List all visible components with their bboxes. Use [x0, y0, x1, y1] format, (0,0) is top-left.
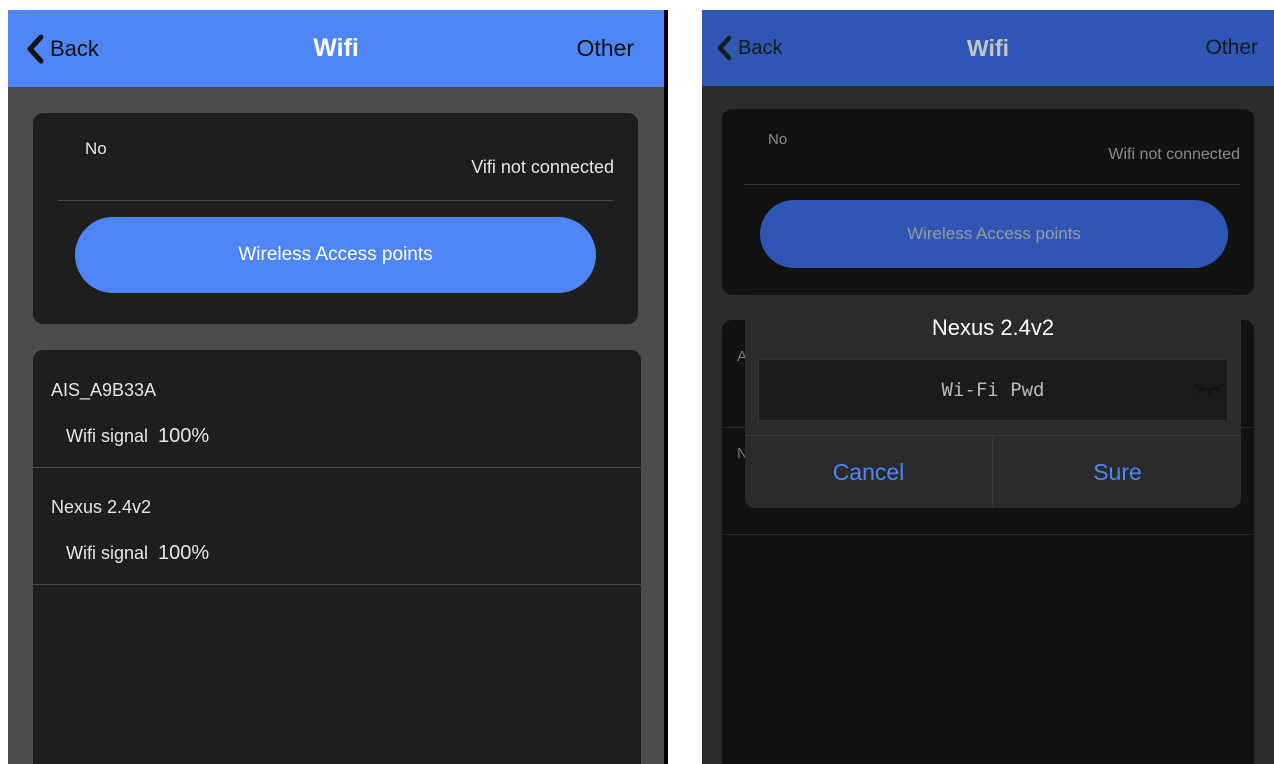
back-label: Back	[738, 36, 783, 59]
page-title: Wifi	[313, 34, 359, 62]
password-input[interactable]	[758, 359, 1228, 421]
divider	[744, 184, 1240, 185]
divider	[992, 436, 993, 508]
network-signal: Wifi signal 100%	[66, 542, 209, 565]
network-row[interactable]: AIS_A9B33A Wifi signal 100%	[33, 350, 641, 468]
back-button[interactable]: Back	[716, 10, 782, 86]
navbar: Back Wifi Other	[8, 10, 664, 87]
wifi-screen-with-dialog: Back Wifi Other No Wifi not connected Wi…	[702, 10, 1274, 764]
network-signal: Wifi signal 100%	[66, 425, 209, 448]
signal-label: Wifi signal	[66, 426, 149, 446]
dialog-title: Nexus 2.4v2	[931, 315, 1055, 340]
navbar: Back Wifi Other	[702, 10, 1274, 86]
back-button[interactable]: Back	[26, 10, 99, 87]
status-name: No	[768, 131, 788, 148]
divider	[58, 200, 613, 201]
back-label: Back	[50, 35, 99, 61]
status-name: No	[85, 139, 107, 158]
network-list: AIS_A9B33A Wifi signal 100% Nexus 2.4v2 W…	[33, 350, 641, 764]
status-card: No Wifi not connected Wireless Access po…	[722, 109, 1254, 295]
signal-label: Wifi signal	[66, 543, 149, 563]
other-button[interactable]: Other	[1205, 10, 1258, 86]
network-row[interactable]: Nexus 2.4v2 Wifi signal 100%	[33, 467, 641, 585]
signal-value: 100%	[158, 542, 210, 564]
wireless-access-points-button[interactable]: Wireless Access points	[760, 200, 1228, 268]
network-name: AIS_A9B33A	[51, 380, 157, 400]
cancel-button[interactable]: Cancel	[745, 436, 992, 508]
network-name: Nexus 2.4v2	[51, 497, 152, 517]
page-title: Wifi	[967, 34, 1009, 61]
status-card: No Vifi not connected Wireless Access po…	[33, 113, 638, 324]
chevron-left-icon	[717, 35, 732, 61]
eye-closed-icon[interactable]	[1193, 381, 1225, 400]
connection-status: Vifi not connected	[471, 157, 614, 177]
signal-value: 100%	[158, 425, 210, 447]
password-dialog: Nexus 2.4v2 Cancel Sure	[745, 295, 1241, 508]
sure-button[interactable]: Sure	[994, 436, 1241, 508]
wifi-screen: Back Wifi Other No Vifi not connected Wi…	[8, 10, 668, 764]
wireless-access-points-button[interactable]: Wireless Access points	[75, 217, 596, 293]
chevron-left-icon	[27, 34, 44, 63]
other-button[interactable]: Other	[576, 10, 634, 87]
connection-status: Wifi not connected	[1108, 146, 1240, 163]
